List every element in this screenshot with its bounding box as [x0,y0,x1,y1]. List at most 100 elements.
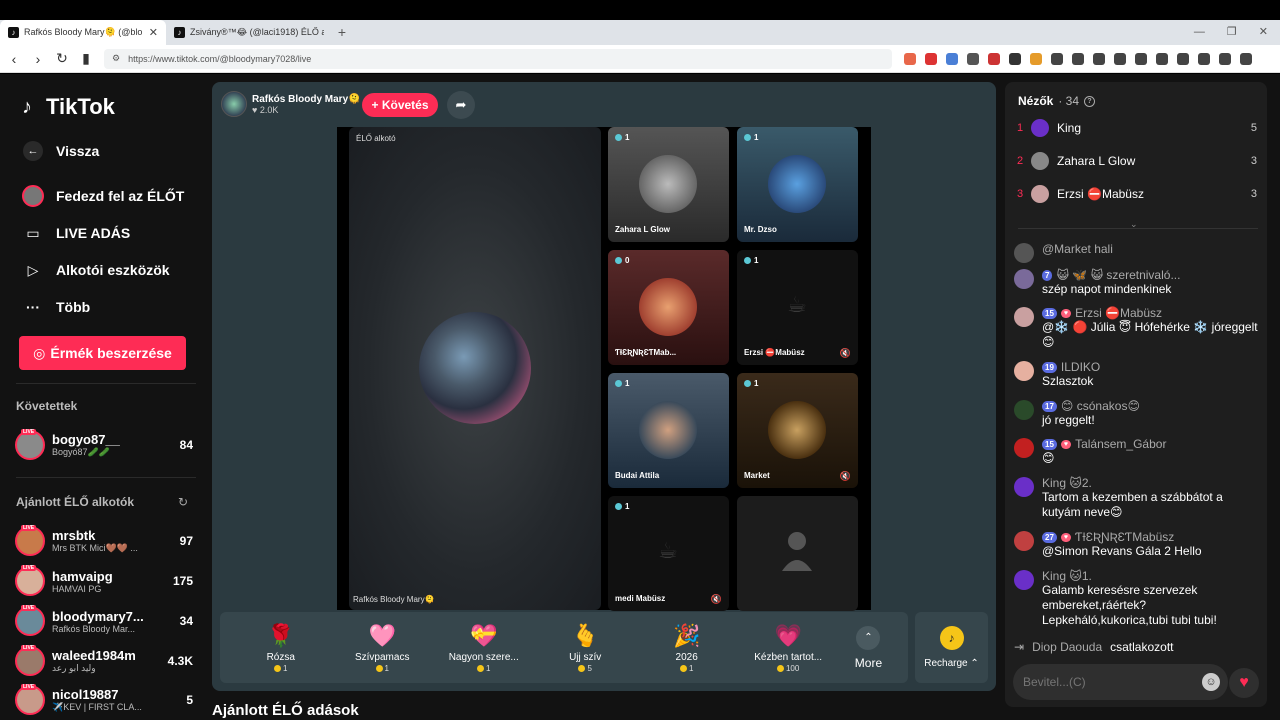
minimize-icon[interactable]: — [1194,20,1205,45]
more-gifts-button[interactable]: ⌃ More [839,625,898,670]
creator-tools-icon: ▷ [27,261,39,278]
extension-icon[interactable] [1135,52,1147,65]
back-link[interactable]: ← Vissza [22,140,99,162]
host-info[interactable]: Rafkós Bloody Mary🫠 ♥ 2.0K [221,91,361,117]
extension-icon[interactable] [904,52,916,65]
viewers-header: Nézők · 34 ? [1018,94,1096,108]
level-badge: 17 [1042,400,1057,412]
top-viewer-row[interactable]: 2 Zahara L Glow 3 [1017,150,1257,172]
gift-item[interactable]: 🩷 Szívpamacs 1 [331,615,432,681]
guest-count: 1 [754,379,759,388]
gift-item[interactable]: 💗 Kézben tartot... 100 [737,615,838,681]
joined-text: csatlakozott [1110,640,1174,654]
refresh-icon[interactable]: ↻ [178,495,188,509]
extension-icon[interactable] [967,52,979,65]
extension-icon[interactable] [925,52,937,65]
extension-icon[interactable] [1156,52,1168,65]
recommended-account[interactable]: LIVE waleed1984m وليد ابو رعد 4.3K [15,643,193,679]
follow-button[interactable]: + Követés [362,93,438,117]
recommended-account[interactable]: LIVE mrsbtk Mrs BTK Mici🤎🤎 ... 97 [15,523,193,559]
extension-icon[interactable] [1198,52,1210,65]
host-avatar[interactable] [221,91,247,117]
gift-price: 1 [375,664,389,673]
bookmark-icon[interactable]: ▮ [80,50,92,67]
maximize-icon[interactable]: ❐ [1227,20,1237,45]
extension-icon[interactable] [1114,52,1126,65]
extension-icon[interactable] [1009,52,1021,65]
chat-message[interactable]: King 🐱2. Tartom a kezemben a szábbátot a… [1014,476,1260,520]
coin-icon [578,664,586,672]
user-avatar [1014,243,1034,263]
nav-creator-tools[interactable]: ▷ Alkotói eszközök [22,259,170,281]
extension-icon[interactable] [1093,52,1105,65]
help-icon[interactable]: ? [1084,95,1096,107]
nav-explore-live[interactable]: Fedezd fel az ÉLŐT [22,185,184,207]
share-icon[interactable]: ➦ [447,91,475,119]
extension-icon[interactable] [1072,52,1084,65]
gift-item[interactable]: 🫰 Ujj szív 5 [534,615,635,681]
live-video[interactable]: ÉLŐ alkotó Rafkós Bloody Mary🫠 1 Zahara … [337,127,871,611]
like-heart-button[interactable]: ♥ [1229,668,1259,698]
gift-item[interactable]: 💝 Nagyon szere... 1 [433,615,534,681]
guest-tile[interactable]: 0 ƬƗƐƦƝƦƐƬMab... [608,250,729,365]
forward-arrow-icon[interactable]: › [32,51,44,67]
browser-tab[interactable]: ♪ Zsivány®™😂 (@laci1918) ÉLŐ adás [166,20,332,45]
top-viewer-row[interactable]: 3 Erzsi ⛔Mabüsz 3 [1017,183,1257,205]
chat-message[interactable]: King 🐱1. Galamb keresésre szervezek embe… [1014,569,1260,628]
chat-message[interactable]: 27 ♥ ƬƗƐƦƝƦƐƬMabüsz @Simon Revans Gála 2 H… [1014,530,1260,559]
chat-message[interactable]: @Market hali [1014,242,1260,263]
guest-tile[interactable]: 1 Zahara L Glow [608,127,729,242]
site-info-icon[interactable]: ⚙ [112,53,120,64]
nav-live[interactable]: ▭ LIVE ADÁS [22,222,130,244]
browser-tab-active[interactable]: ♪ Rafkós Bloody Mary🫠 (@blo ✕ [0,20,166,45]
gift-item[interactable]: 🎉 2026 1 [636,615,737,681]
tiktok-logo[interactable]: ♪ TikTok [22,94,115,120]
extension-icon[interactable] [946,52,958,65]
close-tab-icon[interactable]: ✕ [149,26,158,39]
live-badge: LIVE [21,565,37,571]
following-account[interactable]: LIVE bogyo87__ Bogyó87🥒🥒 84 [15,427,193,463]
close-window-icon[interactable]: ✕ [1259,20,1268,45]
extension-icon[interactable] [1030,52,1042,65]
extension-icon[interactable] [1177,52,1189,65]
empty-guest-slot[interactable] [737,496,858,611]
extension-icon[interactable] [1051,52,1063,65]
guest-count-icon [744,134,751,141]
url-field[interactable]: ⚙ https://www.tiktok.com/@bloodymary7028… [104,48,892,69]
recommended-account[interactable]: LIVE bloodymary7... Rafkós Bloody Mar... … [15,603,193,639]
avatar: LIVE [15,645,45,676]
user-avatar [1014,269,1034,289]
guest-tile[interactable]: 1 Market 🔇 [737,373,858,488]
viewer-count: 84 [179,438,193,452]
back-arrow-icon[interactable]: ‹ [8,51,20,67]
emoji-icon[interactable]: ☺ [1202,673,1220,691]
chat-message[interactable]: 7 😺 🦋 😺 szeretnivaló... szép napot minden… [1014,268,1260,297]
extension-icon[interactable] [988,52,1000,65]
top-viewer-row[interactable]: 1 King 5 [1017,117,1257,139]
enter-icon: ⇥ [1014,640,1025,654]
chat-input-box[interactable]: ☺ [1013,664,1228,700]
recommended-account[interactable]: LIVE hamvaipg HAMVAI PG 175 [15,563,193,599]
guest-tile[interactable]: 1 ☕ medi Mabüsz 🔇 [608,496,729,611]
coin-icon [375,664,383,672]
new-tab-button[interactable]: + [332,20,352,45]
chat-message[interactable]: 19 ILDIKO Szlasztok [1014,360,1260,389]
recommended-account[interactable]: LIVE nicol19887 ✈️KEV | FIRST CLA... 5 [15,682,193,718]
menu-icon[interactable] [1240,52,1252,65]
fan-badge-icon: ♥ [1060,532,1072,542]
recharge-button[interactable]: ♪ Recharge ⌃ [915,612,988,683]
get-coins-button[interactable]: ◎ Érmék beszerzése [19,336,186,370]
guest-tile[interactable]: 1 Budai Attila [608,373,729,488]
extension-icon[interactable] [1219,52,1231,65]
nav-more[interactable]: ··· Több [22,296,90,318]
chat-message[interactable]: 15 ♥ Talánsem_Gábor 😊 [1014,437,1260,466]
guest-tile[interactable]: 1 Mr. Dzso [737,127,858,242]
chat-message[interactable]: 15 ♥ Erzsi ⛔Mabüsz @❄️ 🔴 Júlia 😇 Hófehérke… [1014,306,1260,350]
viewer-score: 3 [1250,188,1257,200]
guest-tile[interactable]: 1 ☕ Erzsi ⛔Mabüsz 🔇 [737,250,858,365]
gift-item[interactable]: 🌹 Rózsa 1 [230,615,331,681]
chat-input[interactable] [1023,675,1202,689]
host-feed[interactable]: ÉLŐ alkotó Rafkós Bloody Mary🫠 [349,127,601,610]
reload-icon[interactable]: ↻ [56,50,68,67]
chat-message[interactable]: 17 😊 csónakos😊 jó reggelt! [1014,399,1260,428]
